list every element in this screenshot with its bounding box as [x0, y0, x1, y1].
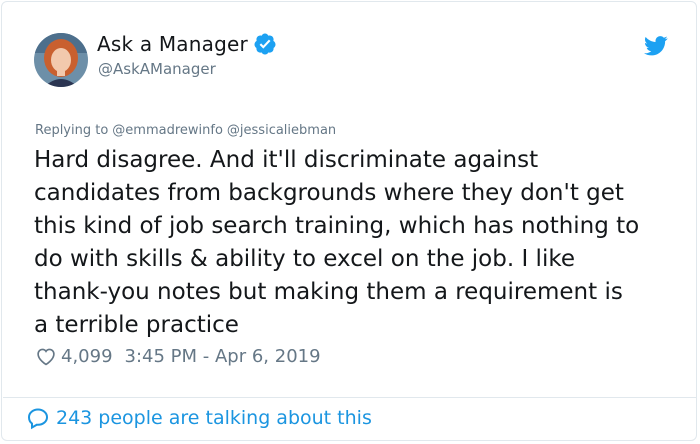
talking-about-text[interactable]: 243 people are talking about this [56, 407, 372, 429]
tweet-meta: 4,099 3:45 PM - Apr 6, 2019 [35, 345, 321, 367]
timestamp[interactable]: 3:45 PM - Apr 6, 2019 [125, 346, 321, 367]
twitter-bird-icon[interactable] [644, 36, 668, 56]
display-name[interactable]: Ask a Manager [97, 32, 248, 56]
user-handle[interactable]: @AskAManager [98, 60, 216, 78]
conversation-link[interactable]: 243 people are talking about this [26, 406, 372, 430]
tweet-text-line: candidates from backgrounds where they d… [34, 180, 624, 206]
mention-link[interactable]: @emmadrewinfo [112, 123, 223, 138]
heart-icon[interactable] [35, 345, 57, 367]
mention-link[interactable]: @jessicaliebman [227, 123, 336, 138]
replying-to: Replying to @emmadrewinfo @jessicaliebman [35, 123, 340, 138]
avatar-image [34, 33, 88, 87]
replying-to-label: Replying to [35, 123, 109, 138]
tweet-text-line: thank-you notes but making them a requir… [34, 279, 623, 305]
tweet-text-line: Hard disagree. And it'll discriminate ag… [34, 147, 539, 173]
tweet-text-line: do with skills & ability to excel on the… [34, 246, 575, 272]
tweet-card: Ask a Manager @AskAManager Replying to @e… [1, 1, 697, 441]
verified-badge-icon [254, 33, 276, 55]
divider [3, 397, 697, 398]
author-name-row: Ask a Manager [97, 32, 277, 56]
avatar[interactable] [34, 33, 88, 87]
tweet-text-line: this kind of job search training, which … [34, 213, 640, 239]
tweet-text: Hard disagree. And it'll discriminate ag… [34, 144, 684, 342]
like-count[interactable]: 4,099 [61, 346, 113, 367]
tweet-text-line: a terrible practice [34, 312, 239, 338]
speech-bubble-icon [27, 408, 49, 430]
